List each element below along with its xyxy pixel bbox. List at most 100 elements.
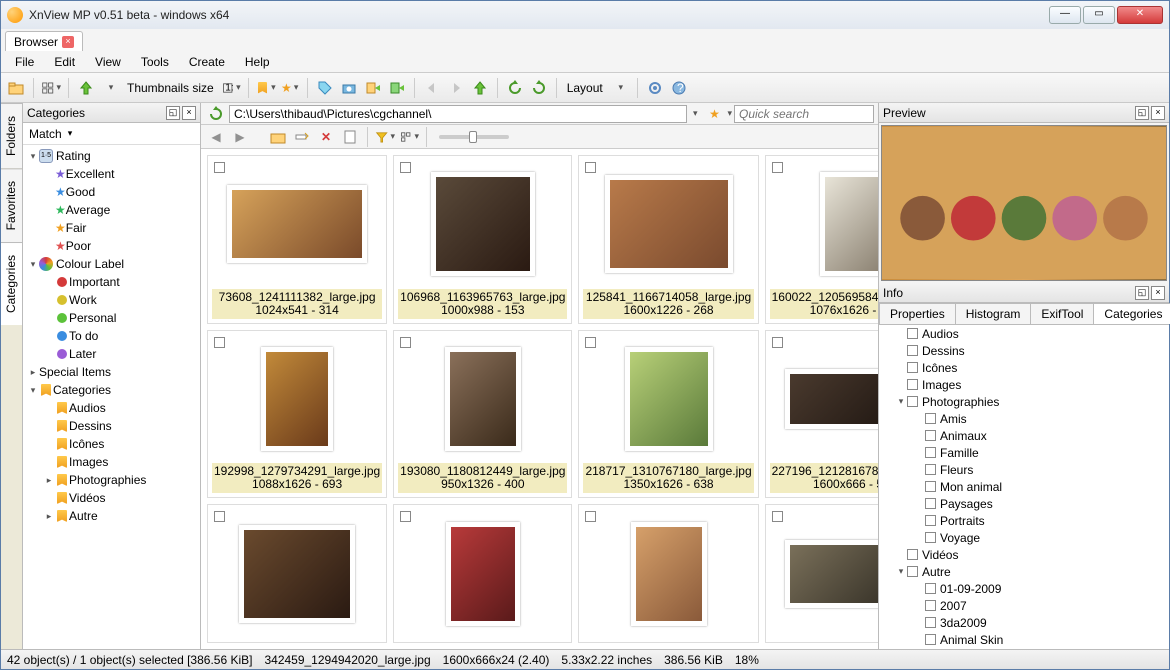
info-cat-item[interactable]: ▾Photographies — [879, 393, 1169, 410]
open-icon[interactable] — [5, 77, 27, 99]
category-checkbox[interactable] — [925, 413, 936, 424]
thumbnail-item[interactable] — [578, 504, 758, 643]
tree-rating-3[interactable]: ★ Fair — [23, 219, 200, 237]
help-icon[interactable]: ? — [668, 77, 690, 99]
info-cat-item[interactable]: Paysages — [879, 495, 1169, 512]
info-cat-item[interactable]: Audios — [879, 325, 1169, 342]
category-checkbox[interactable] — [925, 447, 936, 458]
up-icon[interactable] — [469, 77, 491, 99]
thumb-checkbox[interactable] — [214, 337, 225, 348]
thumbnail-item[interactable]: 192998_1279734291_large.jpg1088x1626 - 6… — [207, 330, 387, 499]
info-cat-item[interactable]: Images — [879, 376, 1169, 393]
category-checkbox[interactable] — [907, 549, 918, 560]
bookmark-dropdown[interactable] — [255, 77, 277, 99]
thumb-checkbox[interactable] — [400, 511, 411, 522]
thumbsize-dropdown[interactable]: 1:5 — [220, 77, 242, 99]
tree-colour-1[interactable]: Work — [23, 291, 200, 309]
category-checkbox[interactable] — [925, 481, 936, 492]
category-checkbox[interactable] — [907, 328, 918, 339]
menu-help[interactable]: Help — [235, 53, 280, 71]
info-cat-item[interactable]: Dessins — [879, 342, 1169, 359]
tree-rating[interactable]: ▾1·5Rating — [23, 147, 200, 165]
tree-colour-2[interactable]: Personal — [23, 309, 200, 327]
thumbnail-item[interactable]: 218717_1310767180_large.jpg1350x1626 - 6… — [578, 330, 758, 499]
panel-close-icon[interactable]: × — [182, 106, 196, 120]
info-tab-exiftool[interactable]: ExifTool — [1030, 303, 1094, 324]
rename-icon[interactable] — [291, 126, 313, 148]
tree-colour-4[interactable]: Later — [23, 345, 200, 363]
thumb-checkbox[interactable] — [400, 162, 411, 173]
sidetab-folders[interactable]: Folders — [1, 103, 22, 168]
tree-colour-0[interactable]: Important — [23, 273, 200, 291]
thumb-checkbox[interactable] — [585, 511, 596, 522]
filter-icon[interactable] — [374, 126, 396, 148]
category-checkbox[interactable] — [907, 566, 918, 577]
category-checkbox[interactable] — [925, 617, 936, 628]
category-checkbox[interactable] — [925, 515, 936, 526]
nav-forward-icon[interactable]: ▶ — [229, 126, 251, 148]
category-checkbox[interactable] — [925, 498, 936, 509]
category-checkbox[interactable] — [907, 345, 918, 356]
rotate-right-icon[interactable] — [528, 77, 550, 99]
tab-close-icon[interactable]: × — [62, 36, 74, 48]
tree-categories[interactable]: ▾Categories — [23, 381, 200, 399]
convert-icon[interactable] — [362, 77, 384, 99]
thumbnail-item[interactable]: 73608_1241111382_large.jpg1024x541 - 314 — [207, 155, 387, 324]
nav-back-icon[interactable]: ◀ — [205, 126, 227, 148]
category-checkbox[interactable] — [925, 600, 936, 611]
favorite-icon[interactable]: ★ — [703, 103, 725, 125]
layout-dropdown[interactable] — [609, 77, 631, 99]
panel-float-icon[interactable]: ◱ — [1135, 106, 1149, 120]
info-cat-item[interactable]: Animaux — [879, 427, 1169, 444]
info-cat-item[interactable]: Portraits — [879, 512, 1169, 529]
category-checkbox[interactable] — [925, 634, 936, 645]
forward-icon[interactable] — [445, 77, 467, 99]
match-dropdown[interactable]: Match▾ — [23, 123, 200, 145]
info-cat-item[interactable]: 2007 — [879, 597, 1169, 614]
tree-cat-5[interactable]: Vidéos — [23, 489, 200, 507]
info-cat-item[interactable]: ▾Autre — [879, 563, 1169, 580]
path-input[interactable] — [229, 105, 687, 123]
up-folder-icon[interactable] — [75, 77, 97, 99]
thumbnail-item[interactable]: 160022_1205695844_large.jpg1076x1626 - 5… — [765, 155, 878, 324]
info-cat-item[interactable]: Vidéos — [879, 546, 1169, 563]
category-checkbox[interactable] — [925, 464, 936, 475]
info-cat-item[interactable]: Animal Skin — [879, 631, 1169, 648]
maximize-button[interactable]: ▭ — [1083, 6, 1115, 24]
category-checkbox[interactable] — [925, 430, 936, 441]
camera-icon[interactable] — [338, 77, 360, 99]
rotate-left-icon[interactable] — [504, 77, 526, 99]
search-input[interactable] — [734, 105, 874, 123]
sort-icon[interactable] — [398, 126, 420, 148]
tree-cat-3[interactable]: Images — [23, 453, 200, 471]
menu-file[interactable]: File — [5, 53, 44, 71]
settings-icon[interactable] — [644, 77, 666, 99]
info-cat-item[interactable]: Amis — [879, 410, 1169, 427]
thumb-checkbox[interactable] — [772, 511, 783, 522]
tree-cat-1[interactable]: Dessins — [23, 417, 200, 435]
thumb-checkbox[interactable] — [772, 337, 783, 348]
menu-view[interactable]: View — [85, 53, 131, 71]
thumbnail-item[interactable]: 227196_1212816786_large.jpg1600x666 - 51… — [765, 330, 878, 499]
category-checkbox[interactable] — [907, 362, 918, 373]
thumb-checkbox[interactable] — [400, 337, 411, 348]
tree-cat-6[interactable]: ▸Autre — [23, 507, 200, 525]
thumbnail-item[interactable] — [765, 504, 878, 643]
tab-browser[interactable]: Browser × — [5, 31, 83, 51]
info-cat-item[interactable]: Art and Craft Equipment — [879, 648, 1169, 649]
tree-rating-0[interactable]: ★ Excellent — [23, 165, 200, 183]
info-cat-item[interactable]: 3da2009 — [879, 614, 1169, 631]
delete-icon[interactable]: ✕ — [315, 126, 337, 148]
star-dropdown[interactable]: ★ — [279, 77, 301, 99]
menu-create[interactable]: Create — [179, 53, 235, 71]
zoom-slider[interactable] — [439, 135, 509, 139]
info-cat-item[interactable]: Mon animal — [879, 478, 1169, 495]
refresh-icon[interactable] — [205, 103, 227, 125]
panel-close-icon[interactable]: × — [1151, 286, 1165, 300]
thumb-checkbox[interactable] — [214, 511, 225, 522]
tree-cat-0[interactable]: Audios — [23, 399, 200, 417]
category-checkbox[interactable] — [925, 532, 936, 543]
close-button[interactable]: ✕ — [1117, 6, 1163, 24]
tree-colour-3[interactable]: To do — [23, 327, 200, 345]
tree-rating-2[interactable]: ★ Average — [23, 201, 200, 219]
